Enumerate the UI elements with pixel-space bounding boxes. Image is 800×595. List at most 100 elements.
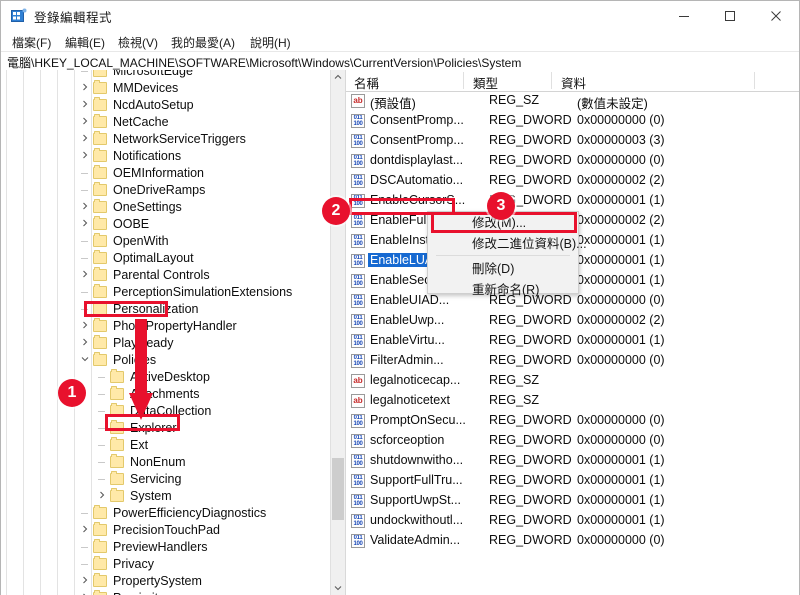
value-row[interactable]: 011 100 DSCAutomatio... REG_DWORD 0x00000002… <box>346 171 799 191</box>
value-row[interactable]: ab (預設值) REG_SZ (數值未設定) <box>346 91 799 111</box>
tree-node[interactable]: PrecisionTouchPad <box>1 522 331 539</box>
menu-item-4[interactable]: 說明(H) <box>247 33 294 52</box>
value-row[interactable]: 011 100 EnableVirtu... REG_DWORD 0x00000001 … <box>346 331 799 351</box>
tree-node[interactable]: PropertySystem <box>1 573 331 590</box>
column-separator[interactable] <box>463 72 464 89</box>
tree-node[interactable]: PlayReady <box>1 335 331 352</box>
tree-node[interactable]: NetworkServiceTriggers <box>1 131 331 148</box>
tree-scrollbar[interactable] <box>330 70 345 595</box>
chevron-down-icon[interactable] <box>79 354 91 367</box>
tree-node[interactable]: PhotoPropertyHandler <box>1 318 331 335</box>
value-name[interactable]: dontdisplaylast... <box>370 153 463 167</box>
value-name[interactable]: undockwithoutl... <box>370 513 463 527</box>
value-name[interactable]: SupportUwpSt... <box>370 493 461 507</box>
value-row[interactable]: 011 100 SupportFullTru... REG_DWORD 0x000000… <box>346 471 799 491</box>
value-row[interactable]: 011 100 SupportUwpSt... REG_DWORD 0x00000001… <box>346 491 799 511</box>
value-name[interactable]: ValidateAdmin... <box>370 533 460 547</box>
value-name[interactable]: FilterAdmin... <box>370 353 444 367</box>
tree-node[interactable]: PerceptionSimulationExtensions <box>1 284 331 301</box>
value-row[interactable]: 011 100 shutdownwitho... REG_DWORD 0x0000000… <box>346 451 799 471</box>
value-name[interactable]: ConsentPromp... <box>370 113 464 127</box>
registry-tree[interactable]: MicrosoftEdge MMDevices NcdAutoSetup NetCac… <box>1 70 331 595</box>
tree-node[interactable]: MMDevices <box>1 80 331 97</box>
tree-node[interactable]: Personalization <box>1 301 331 318</box>
chevron-right-icon[interactable] <box>79 524 91 537</box>
context-menu-item[interactable]: 刪除(D) <box>428 259 578 279</box>
value-name[interactable]: ConsentPromp... <box>370 133 464 147</box>
chevron-right-icon[interactable] <box>79 133 91 146</box>
chevron-right-icon[interactable] <box>79 218 91 231</box>
column-separator[interactable] <box>754 72 755 89</box>
minimize-button[interactable] <box>661 1 707 31</box>
tree-node[interactable]: NonEnum <box>1 454 331 471</box>
menu-item-1[interactable]: 編輯(E) <box>62 33 108 52</box>
tree-node[interactable]: DataCollection <box>1 403 331 420</box>
menu-item-3[interactable]: 我的最愛(A) <box>168 33 238 52</box>
tree-node[interactable]: ActiveDesktop <box>1 369 331 386</box>
tree-node[interactable]: OneDriveRamps <box>1 182 331 199</box>
tree-node[interactable]: NcdAutoSetup <box>1 97 331 114</box>
value-name[interactable]: (預設值) <box>370 93 416 112</box>
tree-node[interactable]: Policies <box>1 352 331 369</box>
value-row[interactable]: ab legalnoticecap... REG_SZ <box>346 371 799 391</box>
tree-node[interactable]: Ext <box>1 437 331 454</box>
column-header[interactable]: 資料 <box>561 73 586 92</box>
value-row[interactable]: 011 100 ConsentPromp... REG_DWORD 0x00000000… <box>346 111 799 131</box>
column-header[interactable]: 類型 <box>473 73 498 92</box>
value-row[interactable]: 011 100 ConsentPromp... REG_DWORD 0x00000003… <box>346 131 799 151</box>
value-name[interactable]: EnableCursorS... <box>370 193 465 207</box>
value-row[interactable]: 011 100 FilterAdmin... REG_DWORD 0x00000000 … <box>346 351 799 371</box>
value-name[interactable]: PromptOnSecu... <box>370 413 466 427</box>
tree-node[interactable]: NetCache <box>1 114 331 131</box>
value-name[interactable]: legalnoticetext <box>370 393 450 407</box>
context-menu-item[interactable]: 重新命名(R) <box>428 280 578 300</box>
value-name[interactable]: EnableUwp... <box>370 313 444 327</box>
tree-node[interactable]: OptimalLayout <box>1 250 331 267</box>
chevron-right-icon[interactable] <box>79 150 91 163</box>
tree-node[interactable]: Notifications <box>1 148 331 165</box>
menu-item-2[interactable]: 檢視(V) <box>115 33 161 52</box>
menu-item-0[interactable]: 檔案(F) <box>9 33 54 52</box>
tree-node[interactable]: Proximity <box>1 590 331 595</box>
chevron-right-icon[interactable] <box>96 490 108 503</box>
chevron-right-icon[interactable] <box>79 116 91 129</box>
value-row[interactable]: 011 100 EnableUwp... REG_DWORD 0x00000002 (2… <box>346 311 799 331</box>
tree-node[interactable]: OOBE <box>1 216 331 233</box>
tree-node[interactable]: PowerEfficiencyDiagnostics <box>1 505 331 522</box>
value-row[interactable]: 011 100 scforceoption REG_DWORD 0x00000000 (… <box>346 431 799 451</box>
value-row[interactable]: 011 100 ValidateAdmin... REG_DWORD 0x0000000… <box>346 531 799 551</box>
tree-node[interactable]: Privacy <box>1 556 331 573</box>
context-menu-item[interactable]: 修改二進位資料(B)... <box>428 234 587 254</box>
close-button[interactable] <box>753 1 799 31</box>
chevron-right-icon[interactable] <box>79 201 91 214</box>
tree-node[interactable]: OEMInformation <box>1 165 331 182</box>
context-menu[interactable]: 修改(M)... 修改二進位資料(B)... 刪除(D) 重新命名(R) <box>427 211 587 297</box>
value-name[interactable]: scforceoption <box>370 433 444 447</box>
tree-node[interactable]: PreviewHandlers <box>1 539 331 556</box>
scrollbar-thumb[interactable] <box>332 458 344 520</box>
tree-node[interactable]: Attachments <box>1 386 331 403</box>
values-list[interactable]: ab (預設值) REG_SZ (數值未設定) 011 100 ConsentPromp..… <box>346 91 799 595</box>
scroll-down-icon[interactable] <box>331 581 345 595</box>
column-separator[interactable] <box>551 72 552 89</box>
chevron-right-icon[interactable] <box>79 99 91 112</box>
tree-node[interactable]: Parental Controls <box>1 267 331 284</box>
chevron-right-icon[interactable] <box>79 82 91 95</box>
value-row[interactable]: 011 100 undockwithoutl... REG_DWORD 0x000000… <box>346 511 799 531</box>
tree-node[interactable]: Explorer <box>1 420 331 437</box>
value-name[interactable]: EnableVirtu... <box>370 333 445 347</box>
value-name[interactable]: EnableLUA <box>368 253 436 267</box>
value-name[interactable]: SupportFullTru... <box>370 473 463 487</box>
tree-node[interactable]: System <box>1 488 331 505</box>
value-row[interactable]: 011 100 EnableCursorS... REG_DWORD 0x0000000… <box>346 191 799 211</box>
tree-node[interactable]: Servicing <box>1 471 331 488</box>
scroll-up-icon[interactable] <box>331 70 345 84</box>
maximize-button[interactable] <box>707 1 753 31</box>
column-header[interactable]: 名稱 <box>354 73 379 92</box>
chevron-right-icon[interactable] <box>79 575 91 588</box>
tree-node[interactable]: MicrosoftEdge <box>1 70 331 80</box>
chevron-right-icon[interactable] <box>79 320 91 333</box>
value-name[interactable]: shutdownwitho... <box>370 453 463 467</box>
chevron-right-icon[interactable] <box>79 269 91 282</box>
address-bar[interactable]: 電腦\HKEY_LOCAL_MACHINE\SOFTWARE\Microsoft… <box>1 51 799 72</box>
